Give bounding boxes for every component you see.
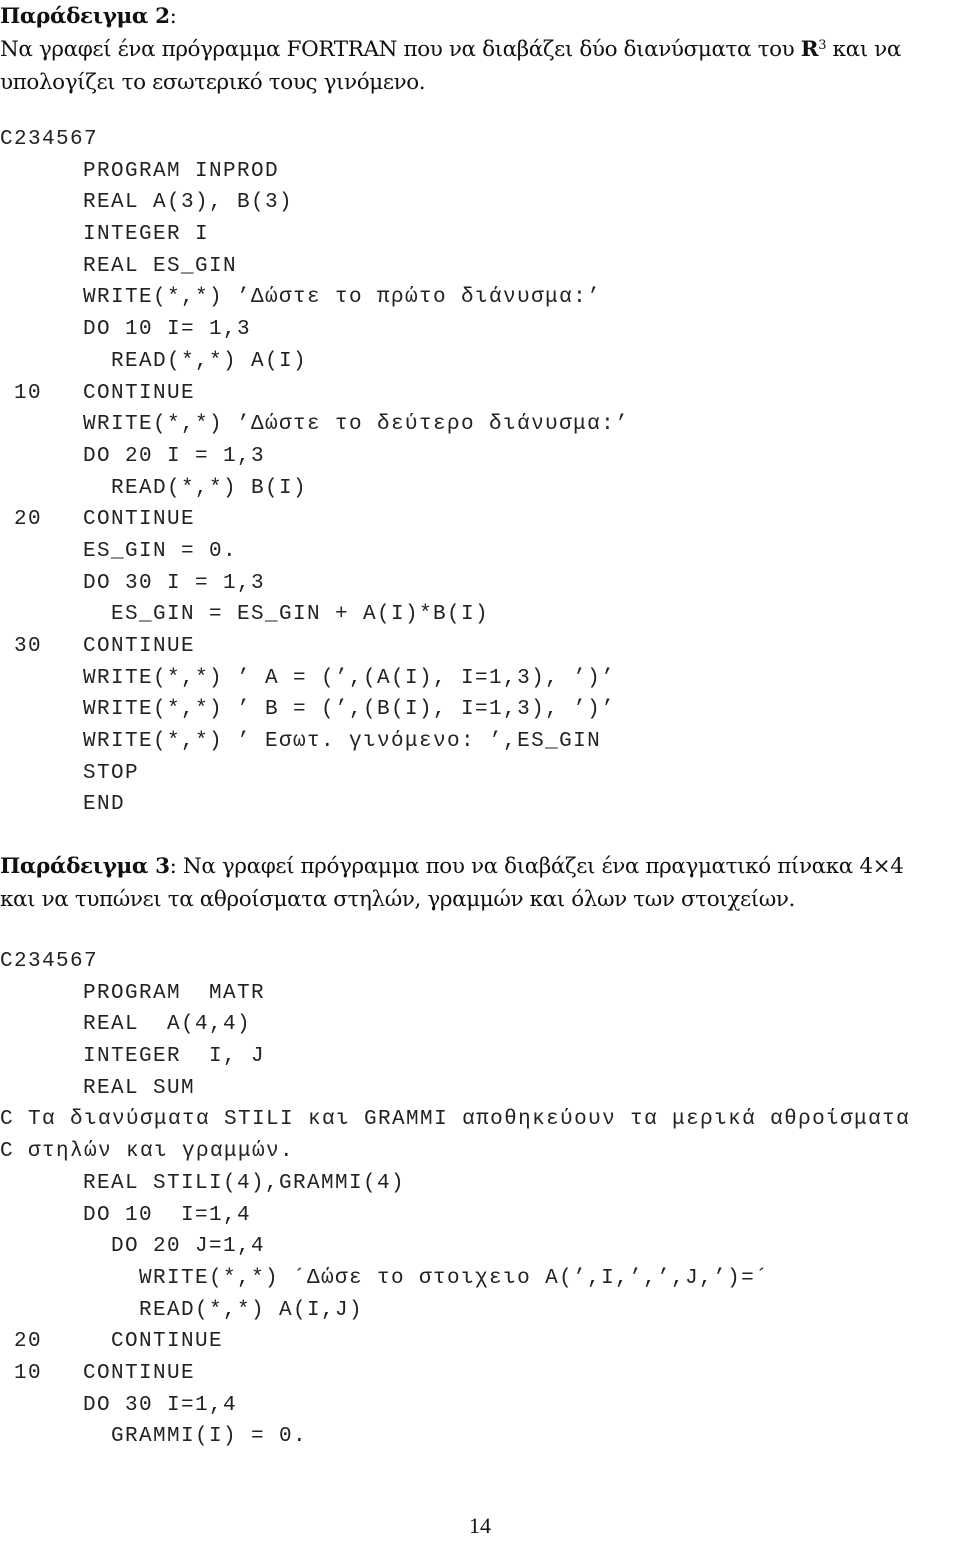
code-text: PROGRAM MATR — [83, 981, 266, 1005]
code-line: PROGRAM MATR — [0, 978, 910, 1010]
example2-description-line1: Να γραφεί ένα πρόγραμμα FORTRAN που να δ… — [0, 33, 901, 66]
code-line: C Τα διανύσματα STILI και GRAMMI αποθηκε… — [0, 1104, 910, 1136]
code-line: STOP — [0, 758, 629, 790]
example3-description-line2: και να τυπώνει τα αθροίσματα στηλών, γρα… — [0, 887, 795, 912]
statement-label: 30 — [14, 635, 43, 658]
example2-description-text: Να γραφεί ένα πρόγραμμα FORTRAN που να δ… — [0, 37, 801, 62]
example3-heading: Παράδειγμα 3: Να γραφεί πρόγραμμα που να… — [0, 850, 904, 883]
code-line: 20 CONTINUE — [0, 1326, 910, 1358]
code-text: ES_GIN = ES_GIN + A(I)*B(I) — [83, 603, 490, 627]
page-number: 14 — [469, 1513, 491, 1538]
code-text: ES_GIN = 0. — [83, 539, 238, 563]
example3-code-listing: C234567 PROGRAM MATR REAL A(4,4) INTEGER I,… — [0, 946, 910, 1453]
code-text: STOP — [83, 761, 140, 785]
code-text: C234567 — [0, 128, 99, 151]
code-text: DO 20 I = 1,3 — [83, 444, 266, 468]
code-text: READ(*,*) A(I) — [83, 349, 308, 373]
example2-description-line2: υπολογίζει το εσωτερικό τους γινόμενο. — [0, 70, 426, 95]
code-line: DO 10 I= 1,3 — [0, 314, 629, 346]
code-text: INTEGER I, J — [83, 1045, 266, 1069]
code-line: REAL A(3), B(3) — [0, 187, 629, 219]
code-line: WRITE(*,*) ´Δώσε το στοιχειο A(’,I,’,’,J… — [0, 1263, 910, 1295]
code-text: CONTINUE — [83, 1330, 224, 1354]
code-text: CONTINUE — [83, 508, 196, 532]
code-line: 30 CONTINUE — [0, 631, 629, 663]
code-text: READ(*,*) B(I) — [83, 476, 308, 500]
code-text: CONTINUE — [83, 1361, 196, 1385]
example2-heading-colon: : — [169, 4, 177, 29]
code-text: C στηλών και γραμμών. — [0, 1140, 295, 1164]
statement-label: 10 — [14, 1361, 43, 1385]
code-text: WRITE(*,*) ´Δώσε το στοιχειο A(’,I,’,’,J… — [83, 1266, 770, 1290]
code-text: WRITE(*,*) ’Δώστε το πρώτο διάνυσμα:’ — [83, 286, 602, 310]
code-line: C234567 — [0, 946, 910, 978]
code-line: INTEGER I — [0, 219, 629, 251]
code-text: INTEGER I — [83, 223, 210, 247]
code-line: 20 CONTINUE — [0, 504, 629, 536]
code-line: READ(*,*) A(I) — [0, 346, 629, 378]
code-line: WRITE(*,*) ’ A = (’,(A(I), I=1,3), ’)’ — [0, 663, 629, 695]
code-text: WRITE(*,*) ’ Εσωτ. γινόμενο: ’,ES_GIN — [83, 730, 602, 754]
code-text: DO 20 J=1,4 — [83, 1235, 266, 1259]
code-line: 10 CONTINUE — [0, 1358, 910, 1390]
code-line: DO 20 I = 1,3 — [0, 441, 629, 473]
code-text: DO 10 I=1,4 — [83, 1203, 252, 1227]
code-line: READ(*,*) A(I,J) — [0, 1295, 910, 1327]
code-text: C234567 — [0, 950, 99, 973]
code-line: GRAMMI(I) = 0. — [0, 1421, 910, 1453]
statement-label: 10 — [14, 381, 43, 405]
code-line: ES_GIN = ES_GIN + A(I)*B(I) — [0, 599, 629, 631]
example2-heading-title: Παράδειγμα 2 — [0, 4, 170, 29]
superscript-three: 3 — [818, 38, 827, 53]
code-line: DO 30 I=1,4 — [0, 1390, 910, 1422]
code-text: REAL A(4,4) — [83, 1013, 252, 1037]
code-line: REAL STILI(4),GRAMMI(4) — [0, 1168, 910, 1200]
statement-label: 20 — [14, 508, 43, 532]
code-line: REAL ES_GIN — [0, 251, 629, 283]
code-line: READ(*,*) B(I) — [0, 473, 629, 505]
example2-code-listing: C234567 PROGRAM INPROD REAL A(3), B(3) INTE… — [0, 124, 629, 821]
code-text: WRITE(*,*) ’Δώστε το δεύτερο διάνυσμα:’ — [83, 413, 630, 437]
code-text: CONTINUE — [83, 381, 196, 405]
code-line: WRITE(*,*) ’ Εσωτ. γινόμενο: ’,ES_GIN — [0, 726, 629, 758]
code-line: WRITE(*,*) ’Δώστε το πρώτο διάνυσμα:’ — [0, 282, 629, 314]
code-line: WRITE(*,*) ’Δώστε το δεύτερο διάνυσμα:’ — [0, 409, 629, 441]
example3-heading-title: Παράδειγμα 3 — [0, 854, 170, 879]
code-line: C234567 — [0, 124, 629, 156]
code-line: DO 10 I=1,4 — [0, 1200, 910, 1232]
code-line: WRITE(*,*) ’ B = (’,(B(I), I=1,3), ’)’ — [0, 694, 629, 726]
code-text: DO 30 I = 1,3 — [83, 571, 266, 595]
code-text: REAL A(3), B(3) — [83, 191, 294, 215]
code-line: DO 20 J=1,4 — [0, 1231, 910, 1263]
code-line: 10 CONTINUE — [0, 378, 629, 410]
bold-r-symbol: R — [800, 37, 819, 62]
code-text: GRAMMI(I) = 0. — [83, 1425, 308, 1449]
code-text: DO 30 I=1,4 — [83, 1393, 238, 1417]
code-text: PROGRAM INPROD — [83, 159, 280, 183]
example2-heading: Παράδειγμα 2: — [0, 0, 177, 33]
code-line: DO 30 I = 1,3 — [0, 568, 629, 600]
example3-description-line1: Να γραφεί πρόγραμμα που να διαβάζει ένα … — [176, 854, 904, 879]
code-text: READ(*,*) A(I,J) — [83, 1298, 364, 1322]
code-text: WRITE(*,*) ’ A = (’,(A(I), I=1,3), ’)’ — [83, 666, 616, 690]
code-text: REAL ES_GIN — [83, 254, 238, 278]
code-text: REAL SUM — [83, 1076, 196, 1100]
code-line: REAL SUM — [0, 1073, 910, 1105]
code-line: ES_GIN = 0. — [0, 536, 629, 568]
code-text: CONTINUE — [83, 635, 196, 658]
code-line: C στηλών και γραμμών. — [0, 1136, 910, 1168]
code-line: INTEGER I, J — [0, 1041, 910, 1073]
code-text: C Τα διανύσματα STILI και GRAMMI αποθηκε… — [0, 1108, 911, 1132]
code-line: REAL A(4,4) — [0, 1009, 910, 1041]
statement-label: 20 — [14, 1330, 43, 1354]
code-text: DO 10 I= 1,3 — [83, 318, 252, 342]
code-line: PROGRAM INPROD — [0, 156, 629, 188]
code-text: REAL STILI(4),GRAMMI(4) — [83, 1171, 406, 1195]
code-text: WRITE(*,*) ’ B = (’,(B(I), I=1,3), ’)’ — [83, 698, 616, 722]
example2-description-tail: και να — [826, 37, 902, 62]
code-line: END — [0, 789, 629, 821]
code-text: END — [83, 793, 126, 817]
